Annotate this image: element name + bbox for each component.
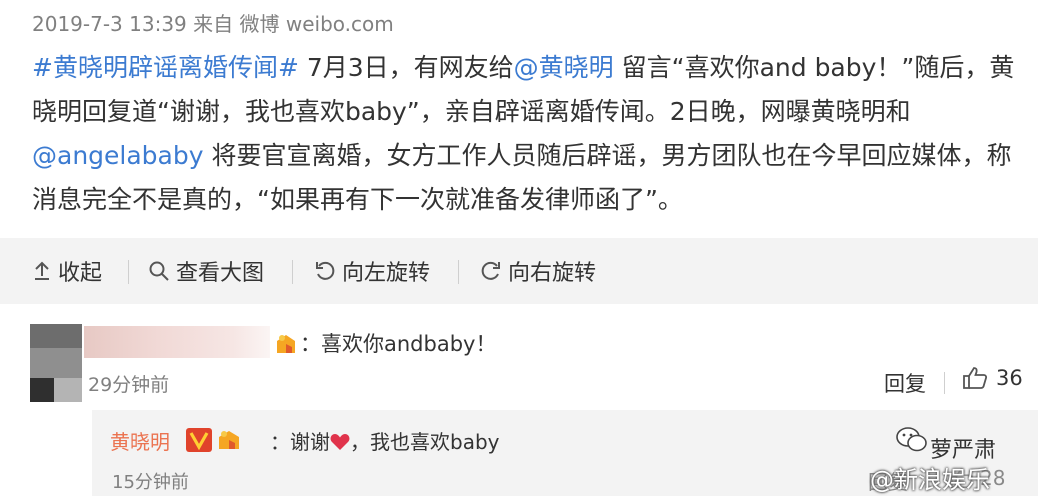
post-text-part-1: 7月3日，有网友给 xyxy=(298,53,514,82)
action-divider xyxy=(944,372,945,394)
toolbar-divider xyxy=(458,260,459,284)
mention-angelababy[interactable]: @angelababy xyxy=(32,141,204,170)
avatar-blur-block xyxy=(54,378,82,402)
image-toolbar: 收起 查看大图 向左旋转 向右旋转 xyxy=(0,238,1038,304)
upload-icon xyxy=(35,261,49,280)
view-large-button[interactable]: 查看大图 xyxy=(148,238,264,304)
collapse-button[interactable]: 收起 xyxy=(32,238,102,304)
avatar-blur-block xyxy=(30,324,82,348)
wechat-icon xyxy=(896,426,928,458)
comment-like-button[interactable]: 36 xyxy=(962,366,1023,390)
avatar[interactable] xyxy=(30,324,82,402)
post-meta: 2019-7-3 13:39 来自 微博 weibo.com xyxy=(32,8,394,37)
post-date: 2019-7-3 13:39 xyxy=(32,12,187,36)
reply-text-after: ，我也喜欢baby xyxy=(350,430,500,454)
comment-time: 29分钟前 xyxy=(88,374,170,396)
reply-time: 15分钟前 xyxy=(112,472,189,493)
comment-reply-button[interactable]: 回复 xyxy=(884,368,926,398)
rotate-left-button[interactable]: 向左旋转 xyxy=(314,238,430,304)
toolbar-divider xyxy=(128,260,129,284)
view-large-label: 查看大图 xyxy=(176,261,265,286)
fan-badge-icon xyxy=(274,332,298,356)
avatar-blur-block xyxy=(30,378,54,402)
fan-badge-icon xyxy=(216,428,242,452)
blurred-username[interactable] xyxy=(84,326,270,358)
rotate-left-icon xyxy=(316,261,335,280)
heart-icon xyxy=(330,434,350,450)
search-icon xyxy=(149,261,169,281)
hashtag-link[interactable]: #黄晓明辟谣离婚传闻# xyxy=(32,53,299,82)
reply-username[interactable]: 黄晓明 xyxy=(110,426,170,455)
comment-like-count: 36 xyxy=(996,366,1023,390)
toolbar-divider xyxy=(292,260,293,284)
rotate-left-label: 向左旋转 xyxy=(342,261,431,286)
comment-text: ：喜欢你andbaby！ xyxy=(300,332,497,356)
post-text: #黄晓明辟谣离婚传闻# 7月3日，有网友给@黄晓明 留言“喜欢你and baby… xyxy=(32,46,1022,222)
avatar-blur-block xyxy=(30,348,82,378)
reply-text: ：谢谢 ，我也喜欢baby xyxy=(270,426,499,455)
rotate-right-icon xyxy=(481,261,500,280)
mention-huangxiaoming[interactable]: @黄晓明 xyxy=(514,53,614,82)
post-source: 来自 微博 weibo.com xyxy=(193,12,394,36)
rotate-right-button[interactable]: 向右旋转 xyxy=(480,238,596,304)
reply-text-before: ：谢谢 xyxy=(270,430,330,454)
thumb-up-icon xyxy=(963,367,988,389)
watermark-site: @新浪娱乐 xyxy=(870,466,990,494)
rotate-right-label: 向右旋转 xyxy=(508,261,597,286)
verified-v-icon xyxy=(186,428,212,452)
collapse-label: 收起 xyxy=(58,261,103,286)
